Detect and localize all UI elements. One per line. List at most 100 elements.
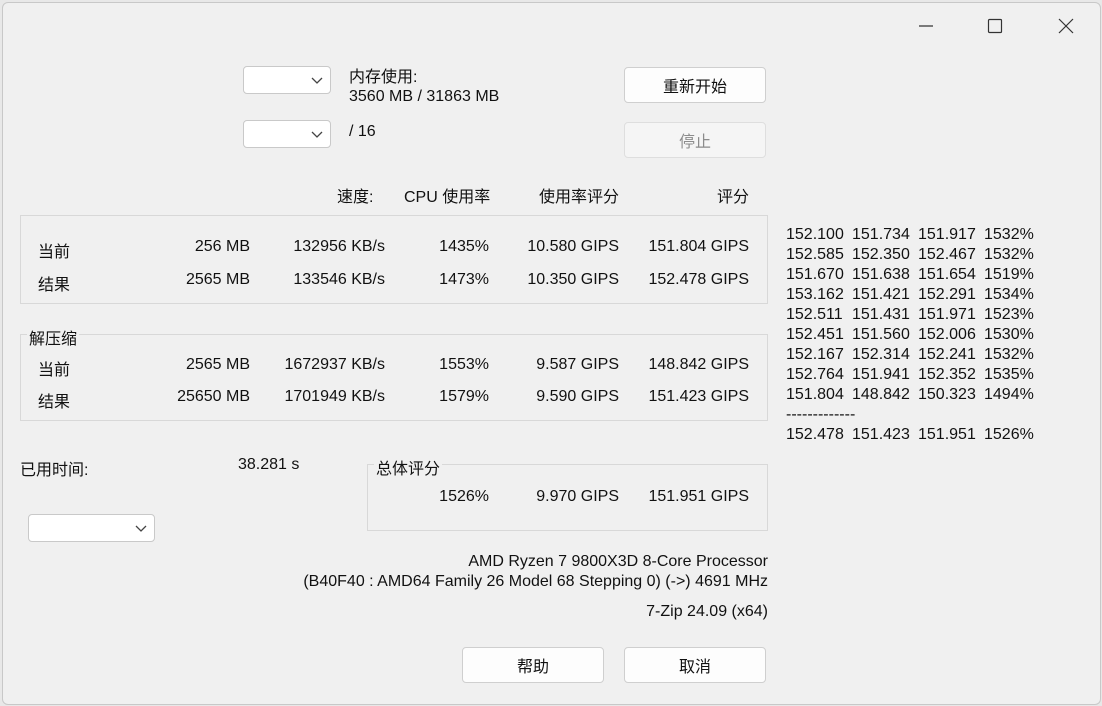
row-speed: 1701949 KB/s <box>284 388 385 405</box>
log-cell: 151.670 <box>786 266 844 283</box>
passes-select[interactable] <box>28 514 155 542</box>
app-version: 7-Zip 24.09 (x64) <box>646 603 768 620</box>
log-cell: 150.323 <box>918 386 976 403</box>
chevron-down-icon <box>311 131 323 138</box>
cpu-name: AMD Ryzen 7 9800X3D 8-Core Processor <box>468 553 768 570</box>
row-label: 结果 <box>38 277 71 294</box>
header-cpu-usage: CPU 使用率 <box>404 189 491 206</box>
benchmark-window: 内存使用: 3560 MB / 31863 MB / 16 重新开始 停止 速度… <box>2 2 1101 705</box>
chevron-down-icon <box>135 525 147 532</box>
total-rating: 151.951 GIPS <box>648 488 749 505</box>
row-usage: 1553% <box>439 356 489 373</box>
total-usage-rating: 9.970 GIPS <box>536 488 619 505</box>
row-rating: 151.804 GIPS <box>648 238 749 255</box>
log-cell: 152.006 <box>918 326 976 343</box>
row-speed: 133546 KB/s <box>293 271 385 288</box>
log-cell: 153.162 <box>786 286 844 303</box>
log-cell: 152.585 <box>786 246 844 263</box>
row-rating: 152.478 GIPS <box>648 271 749 288</box>
row-size: 2565 MB <box>185 356 250 373</box>
header-speed: 速度: <box>337 189 374 206</box>
log-cell: 151.917 <box>918 226 976 243</box>
log-cell: 151.423 <box>852 426 910 443</box>
log-cell: 151.941 <box>852 366 910 383</box>
log-cell: 1532% <box>984 226 1034 243</box>
header-rating: 评分 <box>716 189 749 206</box>
cpu-details: (B40F40 : AMD64 Family 26 Model 68 Stepp… <box>303 573 768 590</box>
log-cell: 1535% <box>984 366 1034 383</box>
threads-total: / 16 <box>349 123 376 140</box>
log-cell: 1523% <box>984 306 1034 323</box>
row-usage: 1435% <box>439 238 489 255</box>
row-size: 25650 MB <box>177 388 250 405</box>
log-cell: 152.291 <box>918 286 976 303</box>
dictionary-size-select[interactable] <box>243 66 331 94</box>
log-cell: 151.654 <box>918 266 976 283</box>
row-label: 当前 <box>38 244 71 261</box>
total-rating-title: 总体评分 <box>374 455 443 479</box>
row-size: 2565 MB <box>185 271 250 288</box>
elapsed-value: 38.281 s <box>238 456 300 473</box>
row-speed: 1672937 KB/s <box>284 356 385 373</box>
log-cell: 152.467 <box>918 246 976 263</box>
log-cell: 151.951 <box>918 426 976 443</box>
threads-select[interactable] <box>243 120 331 148</box>
log-cell: 151.560 <box>852 326 910 343</box>
elapsed-label: 已用时间: <box>20 462 89 479</box>
stop-button[interactable]: 停止 <box>624 122 766 158</box>
maximize-button[interactable] <box>972 9 1018 43</box>
chevron-down-icon <box>311 77 323 84</box>
row-usage-rating: 10.350 GIPS <box>527 271 619 288</box>
row-usage-rating: 9.587 GIPS <box>536 356 619 373</box>
row-rating: 151.423 GIPS <box>648 388 749 405</box>
log-cell: 152.478 <box>786 426 844 443</box>
row-rating: 148.842 GIPS <box>648 356 749 373</box>
help-button[interactable]: 帮助 <box>462 647 604 683</box>
log-cell: 1534% <box>984 286 1034 303</box>
row-speed: 132956 KB/s <box>293 238 385 255</box>
log-cell: 152.511 <box>786 306 843 323</box>
close-icon <box>1058 18 1074 34</box>
row-usage: 1473% <box>439 271 489 288</box>
maximize-icon <box>987 18 1003 34</box>
log-cell: 152.352 <box>918 366 976 383</box>
row-label: 结果 <box>38 394 71 411</box>
restart-button[interactable]: 重新开始 <box>624 67 766 103</box>
log-cell: 1532% <box>984 346 1034 363</box>
decompression-title: 解压缩 <box>27 325 80 349</box>
minimize-button[interactable] <box>903 9 949 43</box>
log-separator: ------------- <box>786 406 856 423</box>
log-cell: 151.971 <box>918 306 976 323</box>
minimize-icon <box>919 25 933 27</box>
log-cell: 152.167 <box>786 346 844 363</box>
header-usage-rating: 使用率评分 <box>539 189 620 206</box>
log-cell: 151.734 <box>852 226 910 243</box>
results-log: 152.100 151.734 151.917 1532% 152.585 152.350… <box>786 225 1046 455</box>
log-cell: 152.764 <box>786 366 844 383</box>
log-cell: 1519% <box>984 266 1034 283</box>
compression-group <box>20 215 768 304</box>
log-cell: 151.804 <box>786 386 844 403</box>
row-size: 256 MB <box>194 238 250 255</box>
log-cell: 152.451 <box>786 326 844 343</box>
log-cell: 151.421 <box>852 286 910 303</box>
log-cell: 152.314 <box>852 346 910 363</box>
total-usage: 1526% <box>439 488 489 505</box>
row-label: 当前 <box>38 362 71 379</box>
log-cell: 152.100 <box>786 226 844 243</box>
log-cell: 152.241 <box>918 346 976 363</box>
log-cell: 1526% <box>984 426 1034 443</box>
log-cell: 148.842 <box>852 386 910 403</box>
log-cell: 1530% <box>984 326 1034 343</box>
decompression-group <box>20 334 768 421</box>
log-cell: 1532% <box>984 246 1034 263</box>
row-usage-rating: 9.590 GIPS <box>536 388 619 405</box>
memory-usage-label: 内存使用: <box>349 69 418 86</box>
row-usage-rating: 10.580 GIPS <box>527 238 619 255</box>
close-button[interactable] <box>1043 9 1089 43</box>
log-cell: 151.431 <box>852 306 910 323</box>
log-cell: 151.638 <box>852 266 910 283</box>
cancel-button[interactable]: 取消 <box>624 647 766 683</box>
row-usage: 1579% <box>439 388 489 405</box>
memory-usage-value: 3560 MB / 31863 MB <box>349 88 500 105</box>
